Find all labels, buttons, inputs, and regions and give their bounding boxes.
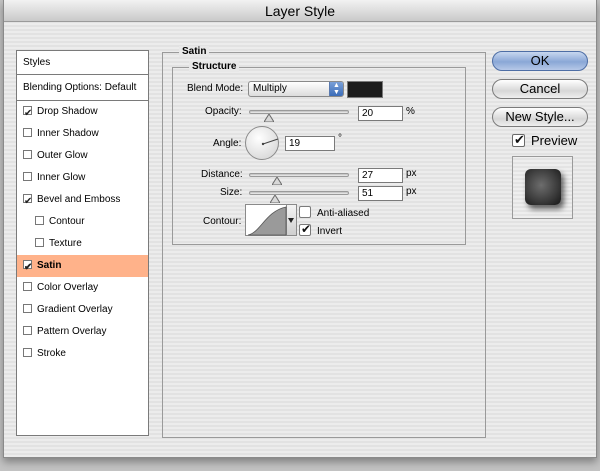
invert-checkbox[interactable]: Invert <box>299 222 343 237</box>
size-slider[interactable] <box>249 191 349 195</box>
anti-aliased-label: Anti-aliased <box>317 208 370 219</box>
opacity-slider-thumb[interactable] <box>264 114 274 122</box>
style-item-gradient-overlay[interactable]: Gradient Overlay <box>17 299 148 321</box>
styles-header[interactable]: Styles <box>17 51 148 75</box>
invert-label: Invert <box>317 226 343 237</box>
style-item-label: Outer Glow <box>37 150 88 161</box>
angle-unit: ° <box>338 133 342 144</box>
distance-slider-thumb[interactable] <box>272 177 282 185</box>
angle-label: Angle: <box>213 138 242 149</box>
preview-label: Preview <box>531 133 578 148</box>
style-item-label: Inner Glow <box>37 172 86 183</box>
style-item-label: Texture <box>49 238 82 249</box>
distance-input[interactable]: 27 <box>358 168 403 183</box>
style-item-label: Color Overlay <box>37 282 99 293</box>
anti-aliased-checkbox[interactable]: Anti-aliased <box>299 206 369 219</box>
preview-box[interactable] <box>512 132 525 148</box>
style-item-inner-shadow[interactable]: Inner Shadow <box>17 123 148 145</box>
style-item-label: Gradient Overlay <box>37 304 113 315</box>
style-item-label: Bevel and Emboss <box>37 194 121 205</box>
preview-swatch <box>525 169 561 205</box>
style-checkbox[interactable] <box>23 326 32 335</box>
style-item-label: Stroke <box>37 348 66 359</box>
blend-mode-value: Multiply <box>253 83 287 94</box>
window-title: Layer Style <box>4 0 596 22</box>
opacity-unit: % <box>406 106 415 117</box>
opacity-input[interactable]: 20 <box>358 106 403 121</box>
style-preview-thumbnail <box>512 156 573 219</box>
ok-button[interactable]: OK <box>492 51 588 71</box>
style-item-drop-shadow[interactable]: Drop Shadow <box>17 101 148 125</box>
style-item-label: Pattern Overlay <box>37 326 107 337</box>
style-item-label: Inner Shadow <box>37 128 99 139</box>
style-item-label: Satin <box>37 260 62 271</box>
blend-mode-label: Blend Mode: <box>187 83 244 94</box>
new-style-button[interactable]: New Style... <box>492 107 588 127</box>
size-slider-thumb[interactable] <box>270 195 280 203</box>
distance-label: Distance: <box>201 169 243 180</box>
style-checkbox[interactable] <box>35 216 44 225</box>
style-checkbox[interactable] <box>35 238 44 247</box>
style-item-label: Contour <box>49 216 85 227</box>
style-item-texture[interactable]: Texture <box>17 233 148 255</box>
satin-group-title: Satin <box>179 46 210 57</box>
blend-mode-select[interactable]: Multiply ▲ ▼ <box>248 81 344 97</box>
updown-arrows-icon: ▲ ▼ <box>329 82 343 96</box>
satin-color-swatch[interactable] <box>347 81 383 98</box>
opacity-label: Opacity: <box>205 106 242 117</box>
distance-slider[interactable] <box>249 173 349 177</box>
layer-style-dialog: Layer Style Styles Blending Options: Def… <box>3 0 597 458</box>
size-label: Size: <box>220 187 243 198</box>
style-checkbox[interactable] <box>23 304 32 313</box>
preview-checkbox[interactable]: Preview <box>512 132 578 148</box>
contour-label: Contour: <box>203 216 242 227</box>
contour-dropdown-arrow[interactable] <box>287 204 297 236</box>
style-item-bevel-and-emboss[interactable]: Bevel and Emboss <box>17 189 148 213</box>
style-item-inner-glow[interactable]: Inner Glow <box>17 167 148 189</box>
style-item-contour[interactable]: Contour <box>17 211 148 233</box>
style-checkbox[interactable] <box>23 172 32 181</box>
style-item-label: Drop Shadow <box>37 106 98 117</box>
style-item-stroke[interactable]: Stroke <box>17 343 148 365</box>
invert-box[interactable] <box>299 222 311 236</box>
style-checkbox[interactable] <box>23 150 32 159</box>
angle-input[interactable]: 19 <box>285 136 335 151</box>
structure-group: Structure Blend Mode: Multiply ▲ ▼ Opacit… <box>172 61 466 245</box>
style-checkbox[interactable] <box>23 103 32 125</box>
style-item-color-overlay[interactable]: Color Overlay <box>17 277 148 299</box>
anti-aliased-box[interactable] <box>299 206 311 218</box>
cancel-button[interactable]: Cancel <box>492 79 588 99</box>
satin-group: Satin Structure Blend Mode: Multiply ▲ ▼ … <box>162 46 486 438</box>
styles-list: Styles Blending Options: Default Drop Sh… <box>16 50 149 436</box>
style-item-satin[interactable]: Satin <box>17 255 148 279</box>
style-item-pattern-overlay[interactable]: Pattern Overlay <box>17 321 148 343</box>
style-checkbox[interactable] <box>23 191 32 213</box>
style-checkbox[interactable] <box>23 257 32 279</box>
distance-unit: px <box>406 168 417 179</box>
angle-dial[interactable] <box>245 126 279 160</box>
structure-group-title: Structure <box>189 61 240 72</box>
contour-curve-picker[interactable] <box>245 204 287 236</box>
style-checkbox[interactable] <box>23 128 32 137</box>
style-item-outer-glow[interactable]: Outer Glow <box>17 145 148 167</box>
size-input[interactable]: 51 <box>358 186 403 201</box>
size-unit: px <box>406 186 417 197</box>
style-checkbox[interactable] <box>23 282 32 291</box>
style-checkbox[interactable] <box>23 348 32 357</box>
blending-options-item[interactable]: Blending Options: Default <box>17 75 148 101</box>
